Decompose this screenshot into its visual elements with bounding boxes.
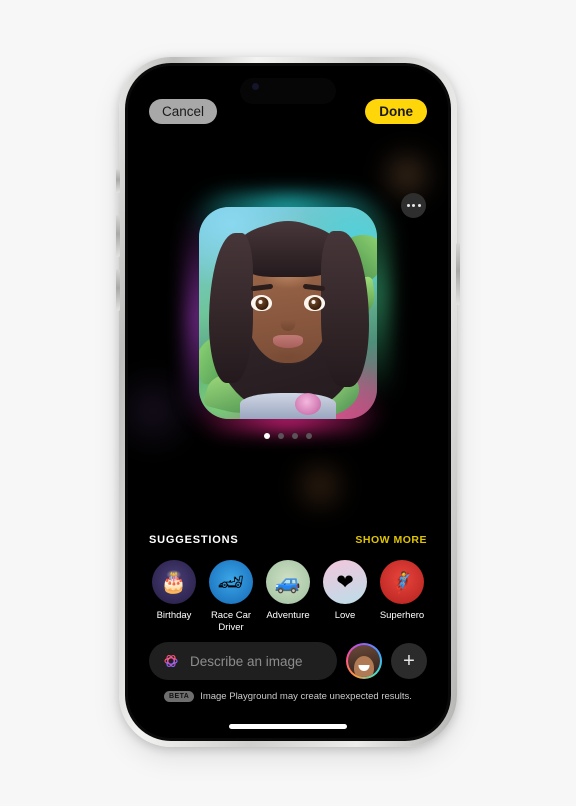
- suggestion-label: Race Car Driver: [210, 610, 252, 633]
- portrait-eye-glint: [258, 300, 262, 304]
- power-button[interactable]: [456, 243, 460, 305]
- racing-helmet-icon: 🏎: [209, 560, 253, 604]
- portrait-eye-glint: [311, 300, 315, 304]
- suggestion-item-birthday[interactable]: 🎂 Birthday: [148, 560, 200, 634]
- front-camera-icon: [252, 83, 259, 90]
- suggestion-item-love[interactable]: ❤ Love: [319, 560, 371, 634]
- cancel-button[interactable]: Cancel: [149, 98, 218, 124]
- phone-screen: Cancel Done SUGGESTIONS SHOW MORE 🎂 Birt…: [128, 66, 448, 738]
- flower-decoration: [295, 393, 321, 415]
- phone-device-frame: Cancel Done SUGGESTIONS SHOW MORE 🎂 Birt…: [116, 57, 460, 747]
- disclaimer-text: Image Playground may create unexpected r…: [200, 691, 412, 702]
- heart-icon: ❤: [323, 560, 367, 604]
- suggestion-label: Superhero: [379, 610, 425, 621]
- ellipsis-dot: [412, 204, 415, 207]
- suggestion-item-race-car-driver[interactable]: 🏎 Race Car Driver: [205, 560, 257, 634]
- describe-image-placeholder: Describe an image: [190, 653, 303, 669]
- generated-image-card[interactable]: [186, 194, 390, 432]
- page-dot[interactable]: [278, 433, 284, 439]
- ellipsis-icon[interactable]: [401, 193, 426, 218]
- avatar: [348, 645, 380, 677]
- done-button[interactable]: Done: [365, 98, 427, 124]
- portrait-eye: [251, 295, 272, 311]
- page-dot[interactable]: [306, 433, 312, 439]
- ambient-glow-left: [128, 366, 188, 456]
- volume-up-button[interactable]: [116, 215, 120, 257]
- portrait-mouth: [273, 335, 303, 348]
- disclaimer-row: BETA Image Playground may create unexpec…: [128, 691, 448, 702]
- superhero-icon: 🦸: [380, 560, 424, 604]
- ellipsis-dot: [406, 204, 410, 207]
- birthday-cake-icon: 🎂: [152, 560, 196, 604]
- generated-image[interactable]: [199, 207, 377, 419]
- offroad-truck-icon: 🚙: [266, 560, 310, 604]
- suggestions-header: SUGGESTIONS SHOW MORE: [128, 534, 448, 546]
- suggestions-title: SUGGESTIONS: [149, 534, 239, 546]
- suggestion-label: Birthday: [156, 610, 192, 621]
- beta-badge: BETA: [164, 691, 195, 702]
- home-indicator[interactable]: [229, 724, 347, 729]
- apple-intelligence-icon: [164, 655, 178, 667]
- portrait-nose: [280, 315, 296, 331]
- ellipsis-dot: [417, 204, 421, 207]
- suggestion-item-superhero[interactable]: 🦸 Superhero: [376, 560, 428, 634]
- page-dot[interactable]: [264, 433, 270, 439]
- dynamic-island: [240, 78, 336, 104]
- suggestion-item-adventure[interactable]: 🚙 Adventure: [262, 560, 314, 634]
- portrait-iris: [308, 297, 321, 310]
- volume-down-button[interactable]: [116, 269, 120, 311]
- plus-icon[interactable]: +: [391, 643, 427, 679]
- portrait-eye: [304, 295, 325, 311]
- describe-image-input[interactable]: Describe an image: [149, 642, 337, 680]
- person-avatar-icon[interactable]: [346, 643, 382, 679]
- show-more-button[interactable]: SHOW MORE: [355, 534, 427, 546]
- ambient-glow-top-right: [384, 152, 430, 198]
- suggestions-list: 🎂 Birthday 🏎 Race Car Driver 🚙 Adventure…: [128, 560, 448, 634]
- phone-bezel: Cancel Done SUGGESTIONS SHOW MORE 🎂 Birt…: [125, 63, 451, 741]
- page-indicator-dots[interactable]: [128, 433, 448, 439]
- silent-switch-button[interactable]: [116, 169, 120, 193]
- portrait-chin-shading: [267, 349, 309, 365]
- suggestions-section: SUGGESTIONS SHOW MORE 🎂 Birthday 🏎 Race …: [128, 534, 448, 634]
- ambient-glow-middle: [298, 464, 342, 508]
- prompt-input-bar: Describe an image +: [128, 642, 448, 680]
- portrait-iris: [255, 297, 268, 310]
- suggestion-label: Love: [334, 610, 356, 621]
- suggestion-label: Adventure: [266, 610, 310, 621]
- page-dot[interactable]: [292, 433, 298, 439]
- portrait-shirt: [240, 393, 336, 419]
